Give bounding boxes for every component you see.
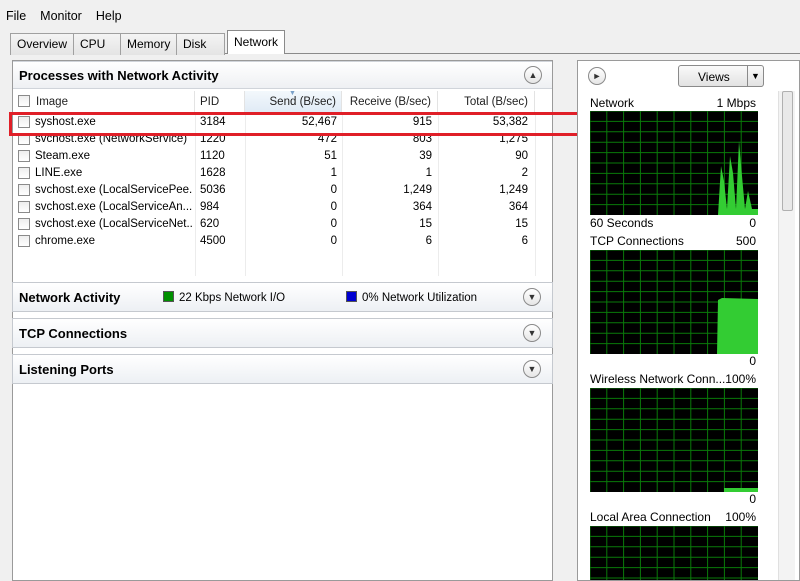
- table-row[interactable]: LINE.exe 1628 1 1 2: [13, 165, 552, 182]
- process-pid: 1628: [200, 167, 226, 179]
- tcp-connections-graph: [590, 250, 758, 354]
- process-pid: 4500: [200, 235, 226, 247]
- tab-disk[interactable]: Disk: [176, 33, 225, 55]
- column-receive[interactable]: Receive (B/sec): [342, 91, 438, 113]
- tab-network[interactable]: Network: [227, 30, 285, 54]
- process-total: 6: [521, 235, 528, 247]
- process-receive: 1: [425, 167, 432, 179]
- graph-network-footer-right: 0: [749, 216, 756, 230]
- process-total: 90: [515, 150, 528, 162]
- row-checkbox[interactable]: [18, 218, 30, 230]
- expand-down-icon[interactable]: ▼: [523, 360, 541, 378]
- menu-monitor[interactable]: Monitor: [34, 6, 90, 28]
- process-table-header: Image PID ▼ Send (B/sec) Receive (B/sec)…: [13, 90, 552, 113]
- process-image: Steam.exe: [35, 150, 90, 162]
- table-row[interactable]: chrome.exe 4500 0 6 6: [13, 233, 552, 250]
- tab-memory[interactable]: Memory: [120, 33, 177, 55]
- select-all-checkbox[interactable]: [18, 95, 30, 107]
- processes-section-header[interactable]: Processes with Network Activity ▲: [13, 61, 552, 89]
- process-total: 2: [521, 167, 528, 179]
- process-receive: 6: [425, 235, 432, 247]
- column-send[interactable]: ▼ Send (B/sec): [245, 90, 342, 113]
- process-receive: 39: [419, 150, 432, 162]
- graph-wireless-max: 100%: [725, 372, 756, 386]
- collapse-up-icon[interactable]: ▲: [524, 66, 542, 84]
- expand-down-icon[interactable]: ▼: [523, 324, 541, 342]
- tab-overview[interactable]: Overview: [10, 33, 74, 55]
- tab-strip: Overview CPU Memory Disk Network: [10, 30, 285, 55]
- tcp-connections-section[interactable]: TCP Connections ▼: [12, 318, 553, 348]
- network-io-legend: 22 Kbps Network I/O: [163, 291, 285, 304]
- process-receive: 1,249: [403, 184, 432, 196]
- listening-ports-section[interactable]: Listening Ports ▼: [12, 354, 553, 384]
- local-area-connection-graph: [590, 526, 758, 580]
- process-send: 1: [330, 167, 337, 179]
- table-row[interactable]: svchost.exe (LocalServiceNet... 620 0 15 15: [13, 216, 552, 233]
- process-send: 0: [330, 184, 337, 196]
- process-pid: 620: [200, 218, 220, 230]
- process-send: 0: [330, 235, 337, 247]
- process-total: 1,249: [499, 184, 528, 196]
- process-pid: 1120: [200, 150, 225, 162]
- collapse-pane-icon[interactable]: ►: [588, 67, 606, 85]
- wireless-network-graph: [590, 388, 758, 492]
- table-row[interactable]: svchost.exe (LocalServiceAn... 984 0 364 364: [13, 199, 552, 216]
- column-image[interactable]: Image: [13, 91, 195, 113]
- network-utilization-legend: 0% Network Utilization: [346, 291, 477, 304]
- graph-lan-max: 100%: [725, 510, 756, 524]
- graph-wireless-footer-right: 0: [749, 492, 756, 506]
- row-checkbox[interactable]: [18, 201, 30, 213]
- network-graph: [590, 111, 758, 215]
- column-pid[interactable]: PID: [195, 91, 245, 113]
- graph-network-max: 1 Mbps: [716, 96, 756, 110]
- process-image: svchost.exe (LocalServiceNet...: [35, 218, 193, 230]
- network-activity-title: Network Activity: [19, 290, 121, 305]
- process-pid: 5036: [200, 184, 226, 196]
- row-checkbox[interactable]: [18, 235, 30, 247]
- scrollbar-thumb[interactable]: [782, 91, 793, 211]
- process-pid: 984: [200, 201, 220, 213]
- graph-network-title: Network: [590, 96, 635, 110]
- row-checkbox[interactable]: [18, 167, 30, 179]
- expand-down-icon[interactable]: ▼: [523, 288, 541, 306]
- listening-ports-title: Listening Ports: [19, 362, 114, 377]
- tab-cpu[interactable]: CPU: [73, 33, 121, 55]
- graph-network-footer-left: 60 Seconds: [590, 216, 654, 230]
- process-receive: 15: [419, 218, 432, 230]
- process-image: svchost.exe (LocalServiceAn...: [35, 201, 193, 213]
- process-total: 364: [508, 201, 528, 213]
- process-send: 0: [330, 201, 337, 213]
- graph-tcp-title: TCP Connections: [590, 234, 684, 248]
- table-row[interactable]: Steam.exe 1120 51 39 90: [13, 148, 552, 165]
- graph-tcp-footer-right: 0: [749, 354, 756, 368]
- process-receive: 364: [412, 201, 432, 213]
- menu-help[interactable]: Help: [90, 6, 130, 28]
- right-pane: ► Views ▼ Network 1 Mbps 60 Seconds 0 TC…: [577, 60, 800, 581]
- process-image: chrome.exe: [35, 235, 96, 247]
- row-checkbox[interactable]: [18, 150, 30, 162]
- process-send: 0: [330, 218, 337, 230]
- graph-tcp-max: 500: [735, 234, 756, 248]
- process-send: 51: [324, 150, 337, 162]
- process-image: LINE.exe: [35, 167, 83, 179]
- highlight-box: [9, 112, 596, 136]
- views-dropdown[interactable]: Views ▼: [678, 65, 764, 87]
- table-row[interactable]: svchost.exe (LocalServicePee... 5036 0 1,24…: [13, 182, 552, 199]
- process-image: svchost.exe (LocalServicePee...: [35, 184, 193, 196]
- tcp-connections-title: TCP Connections: [19, 326, 128, 341]
- chevron-down-icon[interactable]: ▼: [747, 66, 763, 86]
- graph-lan-title: Local Area Connection: [590, 510, 711, 524]
- menu-file[interactable]: File: [0, 6, 34, 28]
- processes-section-title: Processes with Network Activity: [19, 68, 219, 83]
- menu-bar: File Monitor Help: [0, 6, 130, 28]
- network-io-swatch: [163, 291, 174, 302]
- network-activity-section[interactable]: Network Activity 22 Kbps Network I/O 0% …: [12, 282, 553, 312]
- row-checkbox[interactable]: [18, 184, 30, 196]
- graph-pane-scrollbar[interactable]: [778, 91, 795, 580]
- process-total: 15: [515, 218, 528, 230]
- column-total[interactable]: Total (B/sec): [438, 91, 535, 113]
- network-utilization-swatch: [346, 291, 357, 302]
- graph-wireless-title: Wireless Network Conn...: [590, 372, 726, 386]
- graph-toolbar: ► Views ▼: [578, 61, 799, 91]
